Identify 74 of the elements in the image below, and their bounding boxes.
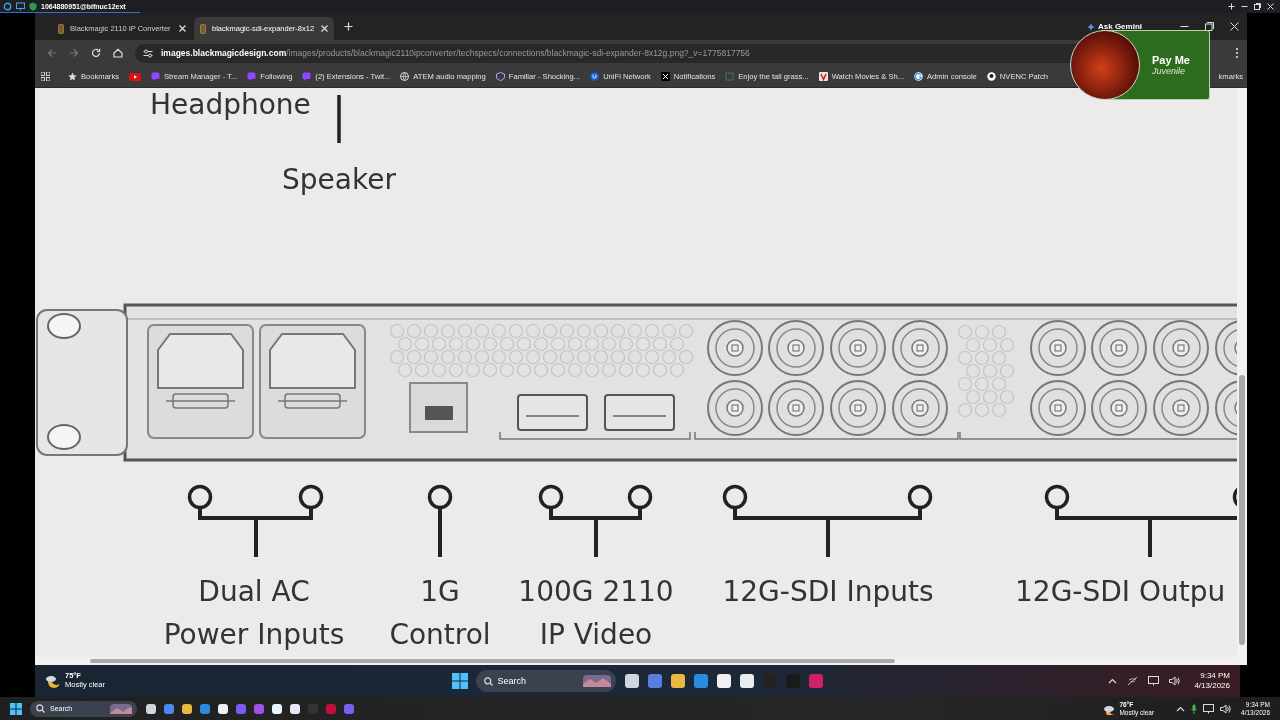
search-box[interactable]: Search xyxy=(475,670,616,692)
moon-cloud-icon xyxy=(45,673,61,689)
circle-u-icon xyxy=(590,72,600,81)
network-off-icon[interactable] xyxy=(1127,676,1139,686)
landscape-icon xyxy=(582,675,611,687)
play-icon[interactable] xyxy=(129,72,141,81)
diagram-label: Dual AC xyxy=(198,578,310,606)
start-icon[interactable] xyxy=(451,673,468,689)
restore-icon[interactable] xyxy=(1254,3,1261,10)
sync-icon[interactable] xyxy=(3,1,12,11)
chat-bubble-icon xyxy=(151,72,160,81)
monitor-icon[interactable] xyxy=(1148,676,1160,686)
app-icon[interactable] xyxy=(217,702,229,715)
diagram-label: Control xyxy=(389,621,491,649)
app-icon[interactable] xyxy=(738,673,755,689)
v-letter-icon xyxy=(818,72,828,81)
globe-icon xyxy=(400,72,410,81)
close-icon[interactable] xyxy=(1230,22,1239,31)
shield-icon xyxy=(495,72,505,81)
plus-icon[interactable] xyxy=(1228,3,1235,10)
star-icon xyxy=(68,72,77,81)
app-icon[interactable] xyxy=(623,673,640,689)
landscape-icon xyxy=(110,703,132,714)
search-icon xyxy=(483,676,493,686)
g-letter-icon xyxy=(914,72,923,81)
chevron-up-icon[interactable] xyxy=(1176,705,1186,712)
search-icon xyxy=(36,704,45,713)
speaker-icon[interactable] xyxy=(1169,676,1181,686)
apps-grid-icon[interactable] xyxy=(41,72,50,81)
app-icon[interactable] xyxy=(271,702,283,715)
card-title: Pay Me xyxy=(1152,54,1191,66)
start-icon[interactable] xyxy=(10,702,22,715)
app-icon[interactable] xyxy=(181,702,193,715)
chat-bubble-icon xyxy=(302,72,312,81)
app-icon[interactable] xyxy=(715,673,732,689)
diagram-label: Headphone xyxy=(150,91,311,119)
site-settings-icon[interactable] xyxy=(143,48,153,58)
diagram-label: 100G 2110 xyxy=(518,578,674,606)
diagram-label: Speaker xyxy=(282,166,396,194)
microphone-icon[interactable] xyxy=(1191,703,1198,714)
close-icon[interactable] xyxy=(179,25,186,32)
close-icon[interactable] xyxy=(1267,3,1274,10)
x-letter-icon xyxy=(660,72,670,81)
reload-icon[interactable] xyxy=(91,48,101,58)
diagram-label: Power Inputs xyxy=(163,621,345,649)
monitor-icon[interactable] xyxy=(1203,703,1215,714)
leader-line xyxy=(337,95,341,143)
scrollbar-thumb[interactable] xyxy=(90,659,895,663)
diagram-label: 12G-SDI Inputs xyxy=(722,578,934,606)
app-icon[interactable] xyxy=(145,702,157,715)
clock[interactable]: 9:34 PM 4/13/2026 xyxy=(1194,671,1230,691)
app-icon[interactable] xyxy=(669,673,686,689)
diagram-label: 12G-SDI Outpu xyxy=(1015,578,1226,606)
page-icon xyxy=(200,23,206,34)
chevron-up-icon[interactable] xyxy=(1108,678,1118,684)
ask-gemini-button[interactable]: Ask Gemini xyxy=(1087,22,1142,31)
diagram-label: 1G xyxy=(420,578,460,606)
plus-icon[interactable] xyxy=(344,22,353,31)
speaker-icon[interactable] xyxy=(1220,703,1232,714)
minimize-icon[interactable] xyxy=(1241,3,1248,10)
sparkle-icon xyxy=(1087,22,1095,31)
monitor-icon xyxy=(16,1,25,11)
card-subtitle: Juvenile xyxy=(1152,66,1187,76)
restore-icon[interactable] xyxy=(1205,22,1214,31)
chat-bubble-icon xyxy=(247,72,257,81)
scrollbar-thumb[interactable] xyxy=(1239,375,1245,645)
app-icon[interactable] xyxy=(289,702,301,715)
home-icon[interactable] xyxy=(113,48,123,58)
page-icon xyxy=(58,23,64,34)
dotted-square-icon xyxy=(725,72,735,81)
shield-icon xyxy=(29,1,37,11)
diagram-label: IP Video xyxy=(539,621,653,649)
close-icon[interactable] xyxy=(321,25,328,32)
menu-icon[interactable] xyxy=(1235,47,1239,59)
